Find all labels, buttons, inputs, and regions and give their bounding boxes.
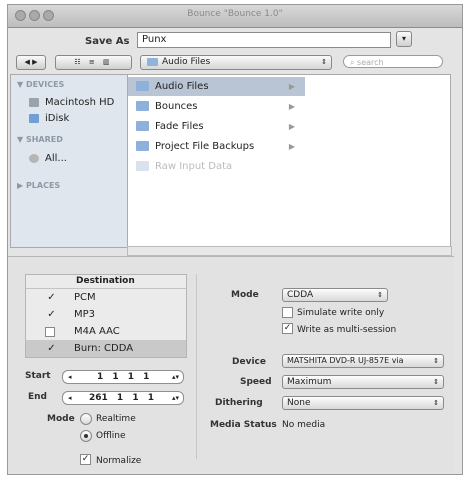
list-item[interactable]: Project File Backups ▶ xyxy=(128,137,305,156)
start-label: Start xyxy=(25,371,51,381)
mode-left-label: Mode xyxy=(47,414,75,424)
checkmark-icon: ✓ xyxy=(81,454,90,464)
chevron-down-icon: ▾ xyxy=(401,34,406,43)
dithering-label: Dithering xyxy=(215,398,263,408)
checkmark-icon: ✓ xyxy=(283,323,292,333)
title-bar: Bounce "Bounce 1.0" xyxy=(8,5,462,28)
idisk-icon xyxy=(29,113,39,123)
folder-location-popup[interactable]: Audio Files ⇕ xyxy=(140,55,332,70)
expand-dialog-button[interactable]: ▾ xyxy=(396,31,412,47)
checkmark-icon[interactable]: ✓ xyxy=(47,340,56,357)
folder-location-label: Audio Files xyxy=(162,57,211,67)
updown-arrows-icon: ⇕ xyxy=(377,291,383,299)
folder-icon xyxy=(136,161,149,171)
save-as-input[interactable]: Punx xyxy=(137,32,391,48)
updown-arrows-icon: ⇕ xyxy=(433,357,439,365)
multi-session-label: Write as multi-session xyxy=(297,325,397,335)
sidebar-places-heading: ▶ PLACES xyxy=(17,181,61,190)
stepper-left-icon: ◂ xyxy=(68,373,72,381)
stepper-left-icon: ◂ xyxy=(68,394,72,402)
stepper-updown-icon[interactable]: ▴▾ xyxy=(172,392,179,404)
multi-session-checkbox[interactable]: ✓ xyxy=(282,323,293,334)
media-status-value: No media xyxy=(282,420,326,430)
folder-icon xyxy=(136,101,149,111)
dithering-popup[interactable]: None ⇕ xyxy=(282,396,444,410)
hard-disk-icon xyxy=(29,97,39,107)
simulate-write-label: Simulate write only xyxy=(297,308,385,318)
table-row[interactable]: ✓ MP3 xyxy=(26,306,186,323)
table-row[interactable]: ✓ Burn: CDDA xyxy=(26,340,186,357)
updown-arrows-icon: ⇕ xyxy=(321,58,327,66)
offline-label: Offline xyxy=(96,431,126,441)
folder-icon xyxy=(136,141,149,151)
chevron-right-icon: ▶ xyxy=(288,142,295,151)
realtime-radio[interactable] xyxy=(80,413,92,425)
sidebar: ▼ DEVICES Macintosh HD iDisk ▼ SHARED Al… xyxy=(10,74,128,248)
save-as-label: Save As xyxy=(85,36,130,47)
media-status-label: Media Status xyxy=(210,420,277,430)
sidebar-shared-heading: ▼ SHARED xyxy=(17,135,63,144)
destination-header: Destination xyxy=(26,275,186,289)
end-position-field[interactable]: ◂ 261 1 1 1 ▴▾ xyxy=(62,391,184,405)
start-position-field[interactable]: ◂ 1 1 1 1 ▴▾ xyxy=(62,370,184,384)
search-icon: ⌕ xyxy=(350,58,358,67)
horizontal-scrollbar[interactable] xyxy=(127,246,452,256)
speed-label: Speed xyxy=(240,377,272,387)
list-item: Raw Input Data xyxy=(128,157,305,176)
device-label: Device xyxy=(232,357,266,367)
checkmark-icon[interactable]: ✓ xyxy=(47,289,56,306)
destination-list: Destination ✓ PCM ✓ MP3 M4A AAC ✓ Burn: CDD… xyxy=(25,274,187,358)
normalize-label: Normalize xyxy=(96,456,142,466)
search-placeholder: search xyxy=(357,58,384,67)
end-label: End xyxy=(28,392,47,402)
network-icon xyxy=(29,153,39,163)
chevron-right-icon: ▶ xyxy=(288,102,295,111)
speed-popup[interactable]: Maximum ⇕ xyxy=(282,375,444,389)
offline-radio[interactable] xyxy=(80,430,92,442)
list-item[interactable]: Audio Files ▶ xyxy=(128,77,305,96)
folder-icon xyxy=(136,121,149,131)
back-forward-buttons[interactable]: ◀ ▶ xyxy=(16,55,46,70)
realtime-label: Realtime xyxy=(96,414,136,424)
device-popup[interactable]: MATSHITA DVD-R UJ-857E via ⇕ xyxy=(282,354,444,368)
updown-arrows-icon: ⇕ xyxy=(433,399,439,407)
stepper-updown-icon[interactable]: ▴▾ xyxy=(172,371,179,383)
sidebar-devices-heading: ▼ DEVICES xyxy=(17,80,65,89)
search-input[interactable]: ⌕ search xyxy=(343,55,443,68)
table-row[interactable]: ✓ PCM xyxy=(26,289,186,306)
window-title: Bounce "Bounce 1.0" xyxy=(187,9,283,19)
sidebar-item-all[interactable]: All... xyxy=(29,153,67,164)
burn-mode-popup[interactable]: CDDA ⇕ xyxy=(282,288,388,302)
chevron-right-icon: ▶ xyxy=(288,122,295,131)
forward-arrow-icon[interactable]: ▶ xyxy=(32,58,37,66)
folder-icon xyxy=(136,81,149,91)
chevron-right-icon: ▶ xyxy=(288,82,295,91)
view-mode-buttons[interactable]: ☷ ≡ ▥ xyxy=(55,55,132,70)
table-row[interactable]: M4A AAC xyxy=(26,323,186,340)
burn-mode-label: Mode xyxy=(231,290,259,300)
checkmark-icon[interactable]: ✓ xyxy=(47,306,56,323)
simulate-write-checkbox[interactable] xyxy=(282,307,293,318)
updown-arrows-icon: ⇕ xyxy=(433,378,439,386)
browser-column-1: Audio Files ▶ Bounces ▶ Fade Files ▶ Projec… xyxy=(127,74,306,248)
sidebar-item-idisk[interactable]: iDisk xyxy=(29,113,69,124)
back-arrow-icon[interactable]: ◀ xyxy=(24,58,29,66)
list-item[interactable]: Bounces ▶ xyxy=(128,97,305,116)
folder-icon xyxy=(147,57,158,66)
normalize-checkbox[interactable]: ✓ xyxy=(80,454,91,465)
browser-column-2 xyxy=(305,74,451,248)
sidebar-item-macintosh-hd[interactable]: Macintosh HD xyxy=(29,97,114,108)
unchecked-box-icon[interactable] xyxy=(45,327,55,337)
list-item[interactable]: Fade Files ▶ xyxy=(128,117,305,136)
